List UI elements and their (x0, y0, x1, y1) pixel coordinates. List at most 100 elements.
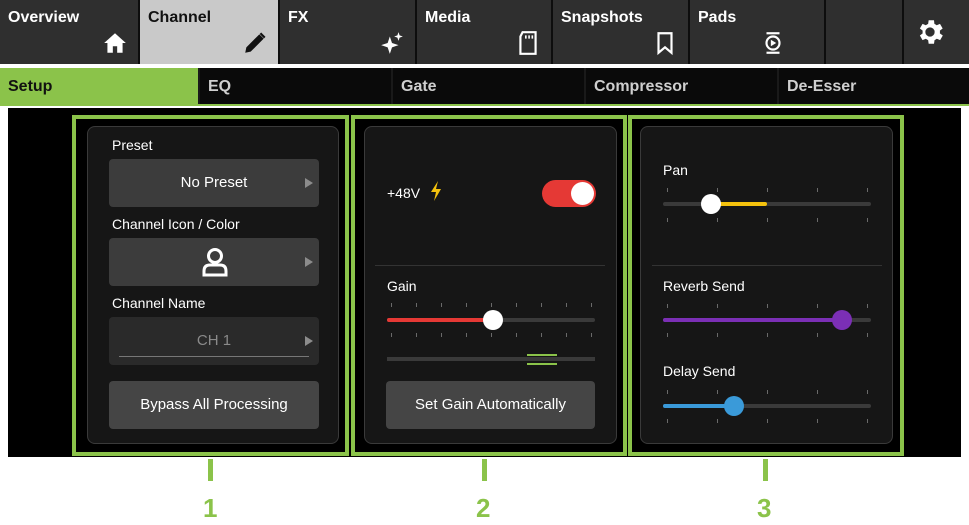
slider-tick (466, 333, 467, 337)
slider-tick (667, 304, 668, 308)
gain-meter (387, 357, 595, 361)
slider-tick (767, 419, 768, 423)
gain-meter-marker-bottom (527, 363, 557, 365)
tab-empty (826, 0, 904, 64)
channel-icon-arrow-icon (305, 257, 313, 267)
bookmark-icon (657, 32, 673, 56)
reverb-send-slider-fill (663, 318, 842, 322)
tab-overview[interactable]: Overview (0, 0, 140, 64)
slider-tick (416, 303, 417, 307)
slider-tick (717, 419, 718, 423)
slider-tick (441, 303, 442, 307)
channel-icon-color-label: Channel Icon / Color (112, 216, 240, 232)
slider-tick (767, 188, 768, 192)
slider-tick (591, 333, 592, 337)
callout-3-line (763, 459, 768, 481)
channel-name-field[interactable]: CH 1 (109, 317, 319, 365)
slider-tick (391, 303, 392, 307)
slider-tick (717, 304, 718, 308)
top-navigation: Overview Channel FX Media Snapshots Pads (0, 0, 969, 64)
tab-pads-label: Pads (698, 9, 737, 26)
slider-tick (767, 218, 768, 222)
slider-tick (466, 303, 467, 307)
slider-tick (817, 218, 818, 222)
slider-tick (817, 188, 818, 192)
pencil-icon (245, 32, 266, 53)
channel-name-value: CH 1 (196, 332, 232, 349)
slider-tick (817, 333, 818, 337)
slider-tick (867, 304, 868, 308)
slider-tick (867, 419, 868, 423)
preset-label: Preset (112, 137, 153, 153)
slider-tick (667, 333, 668, 337)
phantom-power-toggle[interactable] (542, 180, 596, 207)
delay-send-label: Delay Send (663, 363, 736, 379)
tab-overview-label: Overview (8, 9, 80, 26)
lightning-icon (431, 181, 441, 201)
phantom-power-label: +48V (387, 185, 421, 201)
pan-slider-track[interactable] (663, 202, 871, 206)
tab-media-label: Media (425, 9, 471, 26)
tab-snapshots[interactable]: Snapshots (553, 0, 690, 64)
subtab-eq[interactable]: EQ (200, 68, 393, 104)
sd-card-icon (519, 31, 537, 55)
subtab-gate[interactable]: Gate (393, 68, 586, 104)
slider-tick (441, 333, 442, 337)
subtab-compressor[interactable]: Compressor (586, 68, 779, 104)
preset-selector[interactable]: No Preset (109, 159, 319, 207)
sparkle-icon (381, 32, 403, 54)
slider-tick (516, 303, 517, 307)
tab-snapshots-label: Snapshots (561, 9, 643, 26)
callout-3-number: 3 (757, 493, 772, 523)
pads-icon (765, 32, 781, 54)
slider-tick (516, 333, 517, 337)
slider-tick (817, 390, 818, 394)
channel-icon-selector[interactable] (109, 238, 319, 286)
channel-name-label: Channel Name (112, 295, 206, 311)
person-icon (202, 248, 228, 277)
reverb-send-slider-thumb[interactable] (831, 310, 852, 330)
slider-tick (817, 419, 818, 423)
slider-tick (591, 303, 592, 307)
gain-slider-thumb[interactable] (483, 310, 504, 330)
settings-button[interactable] (904, 0, 969, 64)
slider-tick (491, 333, 492, 337)
panel2-divider (375, 265, 605, 266)
tab-fx-label: FX (288, 9, 309, 26)
tab-media[interactable]: Media (417, 0, 553, 64)
subtab-de-esser[interactable]: De-Esser (779, 68, 969, 104)
set-gain-automatically-button[interactable]: Set Gain Automatically (386, 381, 595, 429)
slider-tick (541, 333, 542, 337)
slider-tick (867, 390, 868, 394)
slider-tick (541, 303, 542, 307)
slider-tick (867, 218, 868, 222)
tab-channel[interactable]: Channel (140, 0, 280, 64)
home-icon (104, 33, 126, 53)
callout-2-number: 2 (476, 493, 491, 523)
slider-tick (767, 333, 768, 337)
slider-tick (717, 218, 718, 222)
slider-tick (717, 390, 718, 394)
slider-tick (767, 304, 768, 308)
slider-tick (767, 390, 768, 394)
slider-tick (667, 188, 668, 192)
set-gain-automatically-label: Set Gain Automatically (415, 396, 566, 413)
bypass-all-processing-label: Bypass All Processing (140, 396, 288, 413)
channel-name-arrow-icon (305, 336, 313, 346)
tab-pads[interactable]: Pads (690, 0, 826, 64)
gain-slider-fill (387, 318, 494, 322)
bypass-all-processing-button[interactable]: Bypass All Processing (109, 381, 319, 429)
slider-tick (667, 390, 668, 394)
pan-slider-thumb[interactable] (700, 194, 721, 214)
slider-tick (667, 218, 668, 222)
panel3-divider (652, 265, 882, 266)
callout-2-line (482, 459, 487, 481)
sub-navigation: Setup EQ Gate Compressor De-Esser (0, 68, 969, 106)
preset-value: No Preset (180, 174, 248, 191)
gear-icon (919, 20, 943, 44)
slider-tick (867, 188, 868, 192)
tab-fx[interactable]: FX (280, 0, 417, 64)
slider-tick (566, 333, 567, 337)
subtab-setup[interactable]: Setup (0, 68, 200, 104)
delay-send-slider-thumb[interactable] (723, 396, 744, 416)
